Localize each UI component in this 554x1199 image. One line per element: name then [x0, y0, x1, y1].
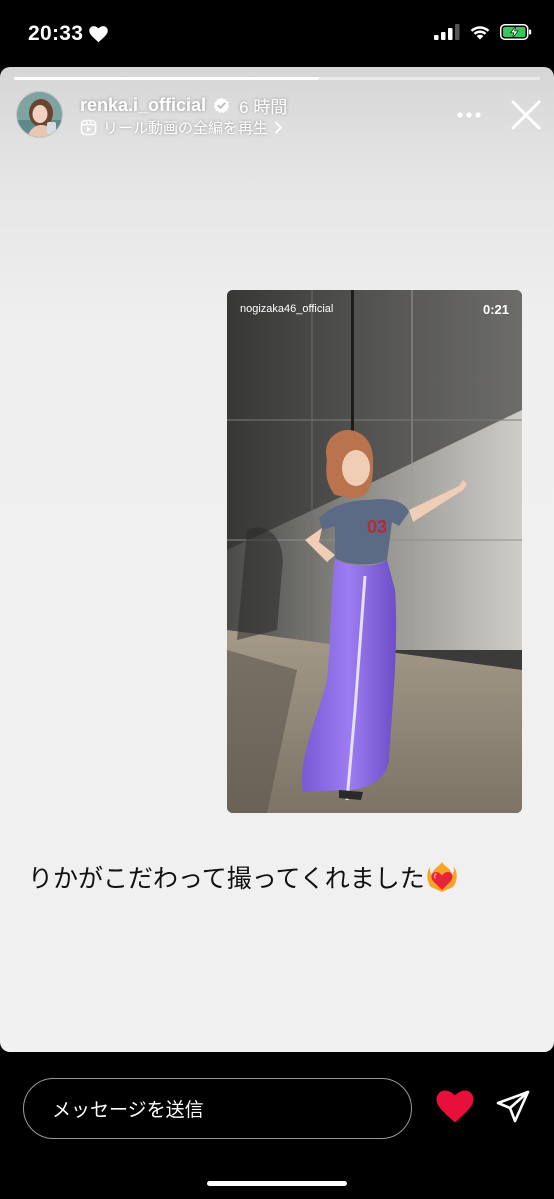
caption-text: りかがこだわって撮ってくれました	[28, 864, 425, 893]
message-input[interactable]: メッセージを送信	[23, 1078, 412, 1139]
play-full-reel-link[interactable]: リール動画の全編を再生	[80, 117, 283, 138]
status-time: 20:33	[28, 22, 108, 46]
heart-icon	[89, 25, 108, 42]
story-caption: りかがこだわって撮ってくれました	[28, 859, 457, 895]
story-card[interactable]: renka.i_official 6 時間 リール動画の全編を再生 03 nog…	[0, 67, 554, 1052]
more-horizontal-icon	[457, 112, 481, 118]
story-progress-bar	[14, 77, 540, 80]
wifi-icon	[470, 26, 490, 40]
reel-duration: 0:21	[482, 302, 509, 317]
battery-charging-icon	[500, 24, 532, 40]
status-icons	[434, 24, 532, 40]
close-icon	[511, 100, 541, 130]
more-options-button[interactable]	[452, 103, 486, 127]
avatar[interactable]	[16, 91, 63, 138]
username[interactable]: renka.i_official	[80, 95, 206, 116]
clock: 20:33	[28, 22, 84, 45]
paper-plane-icon	[496, 1090, 530, 1123]
heart-filled-icon	[436, 1090, 474, 1123]
status-bar: 20:33	[0, 0, 554, 68]
reels-icon	[80, 119, 97, 136]
verified-badge-icon	[213, 97, 230, 114]
chevron-right-icon	[275, 121, 282, 134]
home-indicator[interactable]	[207, 1181, 347, 1186]
close-button[interactable]	[506, 95, 546, 135]
embedded-reel[interactable]: 03 nogizaka46_official 0:21	[227, 290, 522, 813]
send-button[interactable]	[496, 1090, 532, 1126]
like-button[interactable]	[436, 1090, 474, 1126]
reel-link-label: リール動画の全編を再生	[103, 120, 269, 137]
timestamp: 6 時間	[239, 98, 288, 117]
reel-thumbnail: 03	[227, 290, 522, 813]
svg-text:03: 03	[367, 517, 387, 537]
reel-account-name: nogizaka46_official	[240, 303, 334, 315]
heart-on-fire-icon	[427, 862, 457, 892]
message-placeholder: メッセージを送信	[52, 1099, 204, 1121]
signal-icon	[434, 24, 460, 40]
story-progress-fill	[14, 77, 320, 80]
story-header: renka.i_official 6 時間	[80, 93, 287, 118]
